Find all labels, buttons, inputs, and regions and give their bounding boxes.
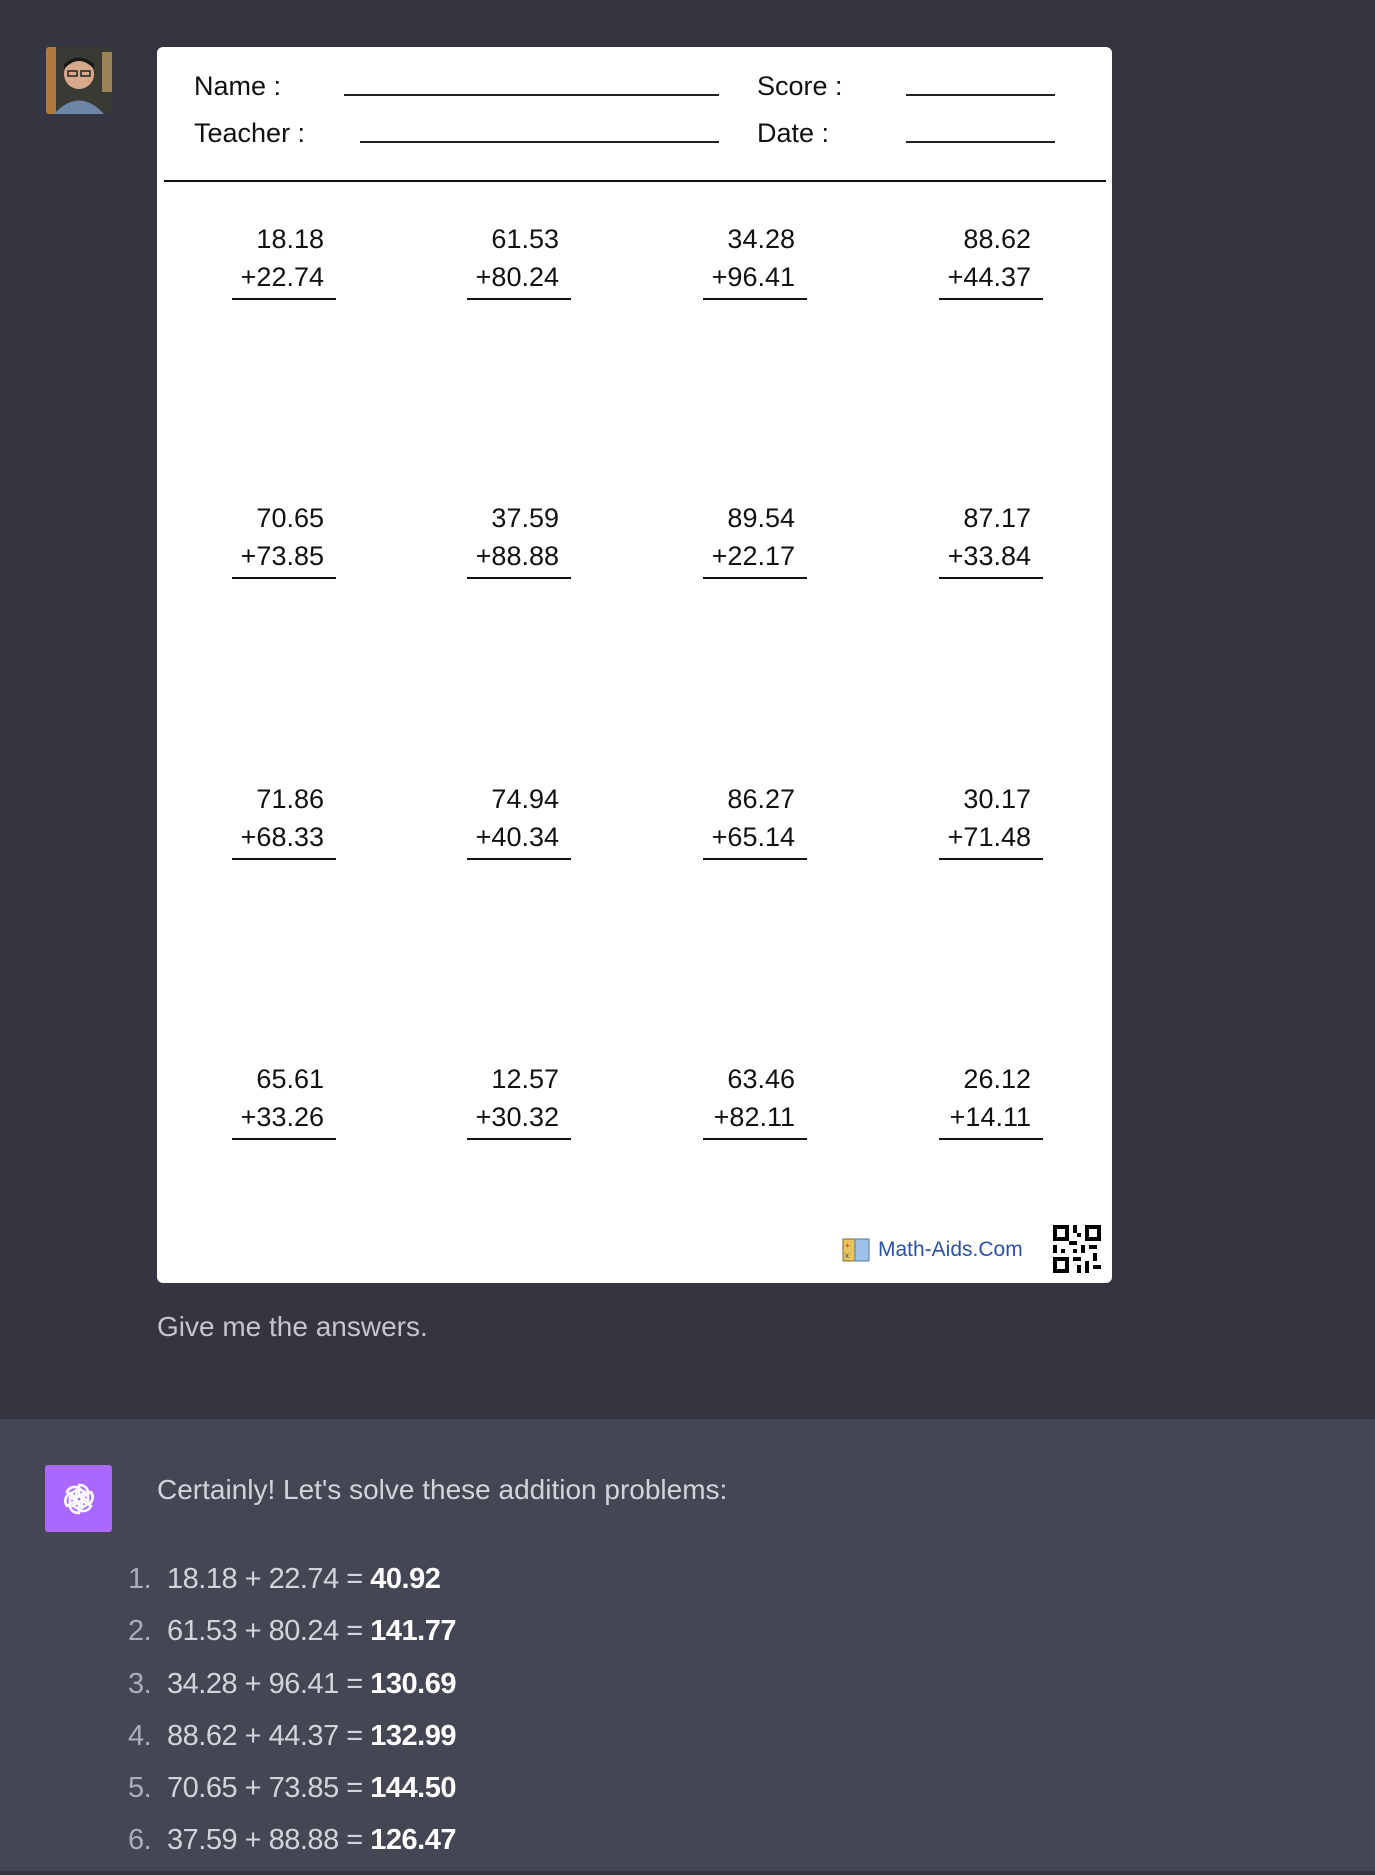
answer-result: 126.47 <box>370 1824 456 1857</box>
problem-addend-bottom: +68.33 <box>232 818 336 860</box>
answer-result: 132.99 <box>370 1719 456 1752</box>
qr-code-icon <box>1053 1225 1101 1273</box>
problem-addend-top: 18.18 <box>256 224 324 254</box>
answer-result: 130.69 <box>370 1667 456 1700</box>
problem-addend-top: 86.27 <box>727 784 795 814</box>
score-line <box>906 94 1055 96</box>
answer-number: 3. <box>128 1667 152 1700</box>
problem-addend-top: 70.65 <box>256 503 324 533</box>
answer-expression: 34.28 + 96.41 = <box>167 1667 371 1700</box>
date-label: Date : <box>757 118 830 148</box>
answer-equation: 37.59 + 88.88 = 126.47 <box>167 1822 456 1858</box>
answer-result: 141.77 <box>370 1615 456 1648</box>
problem-addend-bottom: +44.37 <box>939 258 1043 300</box>
openai-logo-icon <box>60 1482 97 1515</box>
problem-addend-bottom: +88.88 <box>467 537 571 579</box>
problem-addend-bottom: +80.24 <box>467 258 571 300</box>
problem-7: 89.54 +22.17 <box>703 499 807 579</box>
teacher-label: Teacher : <box>194 118 306 148</box>
problem-addend-bottom: +22.17 <box>703 537 807 579</box>
name-label: Name : <box>194 71 282 101</box>
score-label: Score : <box>757 71 843 101</box>
worksheet-image: Name : Teacher : Score : Date : + x Math… <box>157 47 1112 1283</box>
user-avatar <box>46 47 112 114</box>
answer-expression: 70.65 + 73.85 = <box>167 1772 371 1805</box>
user-photo-avatar-icon <box>46 47 112 114</box>
svg-text:+: + <box>845 1241 850 1250</box>
problem-addend-top: 65.61 <box>256 1064 324 1094</box>
problem-addend-top: 74.94 <box>491 784 559 814</box>
date-line <box>906 141 1055 143</box>
answer-expression: 18.18 + 22.74 = <box>167 1563 371 1595</box>
assistant-intro-text: Certainly! Let's solve these addition pr… <box>157 1474 728 1505</box>
problem-addend-bottom: +22.74 <box>232 258 336 300</box>
problem-8: 87.17 +33.84 <box>939 499 1043 579</box>
problem-15: 63.46 +82.11 <box>703 1060 807 1140</box>
user-prompt-text: Give me the answers. <box>157 1311 428 1342</box>
teacher-line <box>360 141 719 143</box>
answer-equation: 18.18 + 22.74 = 40.92 <box>167 1561 441 1597</box>
answer-equation: 34.28 + 96.41 = 130.69 <box>167 1666 456 1702</box>
answer-number: 1. <box>128 1563 152 1595</box>
problem-13: 65.61 +33.26 <box>232 1060 336 1140</box>
problem-12: 30.17 +71.48 <box>939 780 1043 860</box>
problem-addend-top: 63.46 <box>727 1064 795 1094</box>
problem-addend-bottom: +33.26 <box>232 1098 336 1140</box>
problem-addend-bottom: +71.48 <box>939 818 1043 860</box>
problem-addend-bottom: +73.85 <box>232 537 336 579</box>
problem-addend-top: 61.53 <box>491 224 559 254</box>
problem-addend-bottom: +33.84 <box>939 537 1043 579</box>
math-aids-text: Math-Aids.Com <box>878 1238 1023 1261</box>
problem-addend-bottom: +65.14 <box>703 818 807 860</box>
problem-14: 12.57 +30.32 <box>467 1060 571 1140</box>
problem-3: 34.28 +96.41 <box>703 220 807 300</box>
problem-10: 74.94 +40.34 <box>467 780 571 860</box>
answer-equation: 70.65 + 73.85 = 144.50 <box>167 1770 456 1806</box>
problem-16: 26.12 +14.11 <box>939 1060 1043 1140</box>
user-message-section: Name : Teacher : Score : Date : + x Math… <box>0 0 1375 1419</box>
problem-addend-top: 30.17 <box>963 784 1031 814</box>
problem-addend-top: 34.28 <box>727 224 795 254</box>
answer-number: 4. <box>128 1719 152 1752</box>
problem-6: 37.59 +88.88 <box>467 499 571 579</box>
problem-9: 71.86 +68.33 <box>232 780 336 860</box>
problem-1: 18.18 +22.74 <box>232 220 336 300</box>
answer-expression: 88.62 + 44.37 = <box>167 1719 371 1752</box>
problem-addend-bottom: +82.11 <box>703 1098 807 1140</box>
problem-addend-top: 71.86 <box>256 784 324 814</box>
answer-number: 6. <box>128 1824 152 1857</box>
answer-equation: 61.53 + 80.24 = 141.77 <box>167 1613 456 1649</box>
problem-5: 70.65 +73.85 <box>232 499 336 579</box>
answer-expression: 37.59 + 88.88 = <box>167 1824 371 1857</box>
problem-addend-bottom: +30.32 <box>467 1098 571 1140</box>
problem-addend-bottom: +14.11 <box>939 1098 1043 1140</box>
problem-addend-top: 12.57 <box>491 1064 559 1094</box>
math-aids-brand: + x Math-Aids.Com <box>842 1236 1023 1264</box>
problem-addend-top: 89.54 <box>727 503 795 533</box>
assistant-avatar <box>45 1465 112 1532</box>
problem-addend-top: 88.62 <box>963 224 1031 254</box>
problem-addend-bottom: +40.34 <box>467 818 571 860</box>
problem-addend-top: 37.59 <box>491 503 559 533</box>
answer-equation: 88.62 + 44.37 = 132.99 <box>167 1718 456 1754</box>
problem-addend-top: 87.17 <box>963 503 1031 533</box>
answer-number: 2. <box>128 1615 152 1648</box>
answer-number: 5. <box>128 1772 152 1805</box>
problem-addend-top: 26.12 <box>963 1064 1031 1094</box>
problem-2: 61.53 +80.24 <box>467 220 571 300</box>
answer-expression: 61.53 + 80.24 = <box>167 1615 371 1648</box>
answer-result: 40.92 <box>370 1563 441 1595</box>
svg-text:x: x <box>845 1251 849 1260</box>
header-divider <box>164 180 1106 182</box>
problem-11: 86.27 +65.14 <box>703 780 807 860</box>
math-aids-logo-icon: + x <box>842 1236 870 1264</box>
problem-4: 88.62 +44.37 <box>939 220 1043 300</box>
answer-result: 144.50 <box>370 1772 456 1805</box>
problem-addend-bottom: +96.41 <box>703 258 807 300</box>
name-line <box>344 94 719 96</box>
